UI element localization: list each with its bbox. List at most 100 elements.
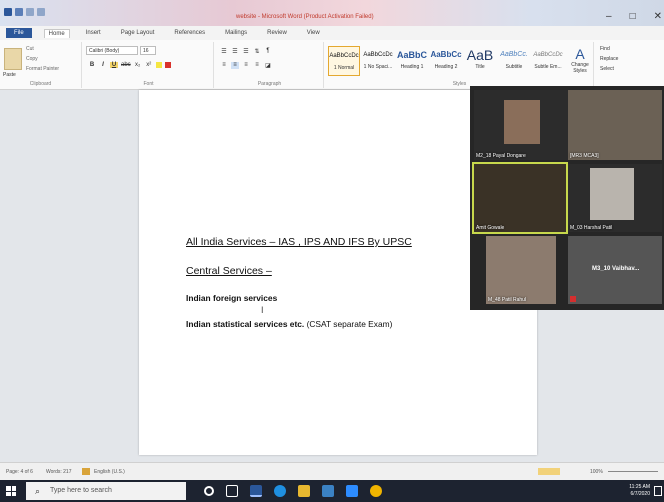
font-size-select[interactable]: 16	[140, 46, 156, 55]
participant-video	[474, 164, 566, 232]
participant-video	[590, 168, 634, 220]
multilevel-list-icon[interactable]: ☰	[242, 48, 250, 55]
tab-mailings[interactable]: Mailings	[221, 29, 251, 37]
participant-tile[interactable]: M_48 Patil Rahul	[486, 236, 556, 304]
clock-time: 11:25 AM	[629, 484, 650, 490]
paste-label[interactable]: Paste	[3, 72, 16, 78]
tab-page-layout[interactable]: Page Layout	[117, 29, 159, 37]
language-indicator[interactable]: English (U.S.)	[94, 469, 125, 475]
bullets-icon[interactable]: ☰	[220, 48, 228, 55]
title-bar: website - Microsoft Word (Product Activa…	[0, 0, 664, 26]
italic-button[interactable]: I	[99, 62, 107, 68]
doc-heading-services[interactable]: All India Services – IAS , IPS AND IFS B…	[186, 236, 412, 248]
close-button[interactable]: ✕	[654, 12, 662, 22]
change-styles-icon: A	[575, 46, 585, 62]
view-buttons[interactable]	[538, 468, 560, 475]
participant-video	[486, 236, 556, 304]
proofing-icon[interactable]	[82, 468, 90, 475]
style-no-spacing[interactable]: AaBbCcDc 1 No Spaci...	[362, 46, 394, 76]
zoom-slider[interactable]	[608, 471, 658, 472]
window-title: website - Microsoft Word (Product Activa…	[236, 14, 374, 20]
status-bar: Page: 4 of 6 Words: 217 English (U.S.) 1…	[0, 462, 664, 480]
justify-icon[interactable]: ≡	[253, 62, 261, 69]
copy-button[interactable]: Copy	[26, 56, 38, 62]
taskbar: ⌕ Type here to search 11:25 AM 6/7/2020	[0, 480, 664, 502]
search-icon: ⌕	[35, 486, 41, 496]
replace-button[interactable]: Replace	[600, 56, 618, 62]
undo-icon[interactable]	[26, 8, 34, 16]
system-tray[interactable]: 11:25 AM 6/7/2020	[629, 484, 650, 498]
tab-insert[interactable]: Insert	[82, 29, 105, 37]
highlight-color-icon[interactable]	[155, 62, 162, 68]
style-title[interactable]: AaB Title	[464, 46, 496, 76]
subscript-button[interactable]: x₂	[134, 62, 142, 68]
participant-video	[504, 100, 540, 144]
font-color-icon[interactable]	[164, 62, 171, 68]
font-group: Calibri (Body) 16 B I U abc x₂ x² Font	[84, 42, 214, 88]
file-explorer-icon[interactable]	[298, 485, 310, 497]
taskbar-search[interactable]: ⌕ Type here to search	[26, 482, 186, 500]
styles-group: AaBbCcDc 1 Normal AaBbCcDc 1 No Spaci...…	[326, 42, 594, 88]
change-styles-button[interactable]: A Change Styles	[568, 46, 592, 74]
word-count[interactable]: Words: 217	[46, 469, 71, 475]
participant-tile[interactable]: M_03 Harshal Patil	[568, 164, 662, 232]
participant-tile[interactable]: M3_10 Vaibhav...	[568, 236, 662, 304]
align-center-icon[interactable]: ≡	[231, 62, 239, 69]
style-heading-1[interactable]: AaBbC Heading 1	[396, 46, 428, 76]
doc-line-foreign[interactable]: Indian foreign services	[186, 293, 277, 303]
participant-tile[interactable]: [MR3 MCA3]	[568, 90, 662, 160]
minimize-button[interactable]: –	[606, 12, 612, 22]
zoom-app-icon[interactable]	[346, 485, 358, 497]
show-marks-icon[interactable]: ¶	[264, 48, 272, 55]
style-subtle-emphasis[interactable]: AaBbCcDc Subtle Em...	[532, 46, 564, 76]
underline-button[interactable]: U	[110, 62, 118, 68]
save-icon[interactable]	[15, 8, 23, 16]
doc-line-statistical[interactable]: Indian statistical services etc. (CSAT s…	[186, 319, 392, 329]
zoom-level[interactable]: 100%	[590, 469, 603, 475]
editing-group: Find Replace Select	[596, 42, 662, 88]
ribbon-tabs: File Home Insert Page Layout References …	[0, 26, 664, 40]
shading-icon[interactable]: ◪	[264, 62, 272, 69]
style-heading-2[interactable]: AaBbCc Heading 2	[430, 46, 462, 76]
align-left-icon[interactable]: ≡	[220, 62, 228, 69]
tab-review[interactable]: Review	[263, 29, 291, 37]
participant-tile-active[interactable]: Amit Gowale	[472, 162, 568, 234]
paragraph-group-label: Paragraph	[257, 81, 282, 87]
font-name-select[interactable]: Calibri (Body)	[86, 46, 138, 55]
paste-icon[interactable]	[4, 48, 22, 70]
doc-heading-central[interactable]: Central Services –	[186, 265, 272, 277]
participant-tile[interactable]: M2_18 Payal Dongare	[474, 90, 570, 160]
style-normal[interactable]: AaBbCcDc 1 Normal	[328, 46, 360, 76]
strikethrough-button[interactable]: abc	[121, 62, 131, 68]
windows-start-icon[interactable]	[6, 486, 16, 496]
page-count[interactable]: Page: 4 of 6	[6, 469, 33, 475]
task-view-icon[interactable]	[226, 485, 238, 497]
redo-icon[interactable]	[37, 8, 45, 16]
tab-home[interactable]: Home	[43, 28, 70, 38]
tab-file[interactable]: File	[6, 28, 32, 38]
notifications-icon[interactable]	[654, 486, 662, 496]
word-taskbar-icon[interactable]	[250, 485, 262, 497]
tab-references[interactable]: References	[170, 29, 209, 37]
tab-view[interactable]: View	[303, 29, 324, 37]
superscript-button[interactable]: x²	[145, 62, 153, 68]
chrome-icon[interactable]	[370, 485, 382, 497]
edge-icon[interactable]	[274, 485, 286, 497]
maximize-button[interactable]: □	[630, 12, 636, 22]
ribbon: Paste Cut Copy Format Painter Clipboard …	[0, 40, 664, 90]
cortana-icon[interactable]	[204, 486, 214, 496]
sort-icon[interactable]: ⇅	[253, 48, 261, 55]
store-icon[interactable]	[322, 485, 334, 497]
style-subtitle[interactable]: AaBbCc. Subtitle	[498, 46, 530, 76]
align-right-icon[interactable]: ≡	[242, 62, 250, 69]
numbering-icon[interactable]: ☰	[231, 48, 239, 55]
format-painter-button[interactable]: Format Painter	[26, 66, 59, 72]
paragraph-group: ☰ ☰ ☰ ⇅ ¶ ≡ ≡ ≡ ≡ ◪ Paragraph	[216, 42, 324, 88]
word-app-icon[interactable]	[4, 8, 12, 16]
muted-mic-icon	[570, 296, 576, 302]
find-button[interactable]: Find	[600, 46, 610, 52]
clock-date: 6/7/2020	[630, 491, 650, 497]
select-button[interactable]: Select	[600, 66, 614, 72]
bold-button[interactable]: B	[88, 62, 96, 68]
cut-button[interactable]: Cut	[26, 46, 34, 52]
